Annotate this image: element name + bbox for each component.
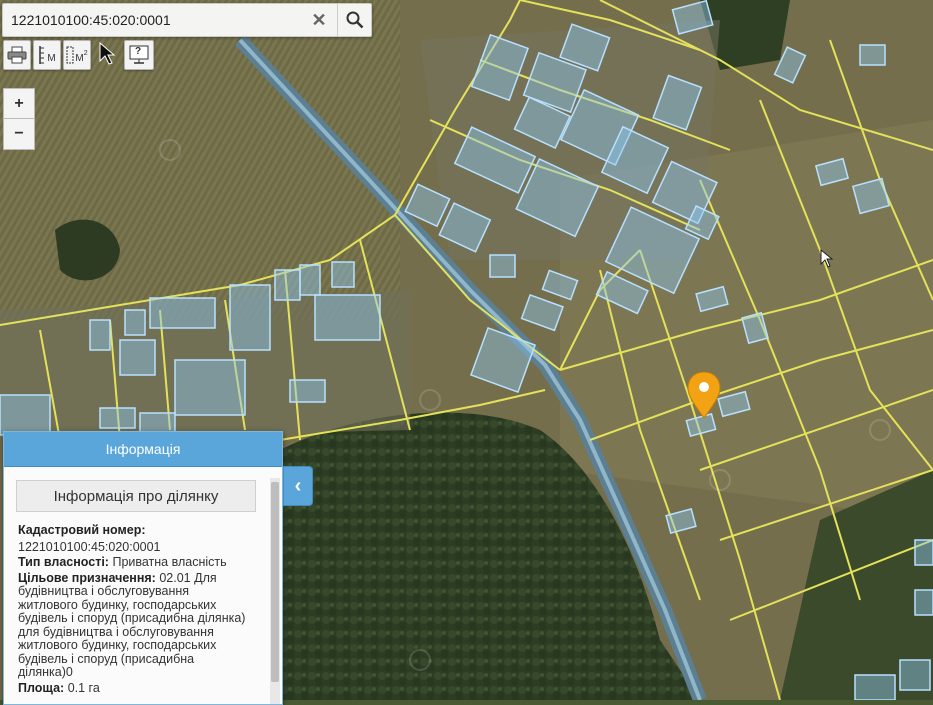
parcel-details: Кадастровий номер: 1221010100:45:020:000… bbox=[18, 523, 268, 695]
purpose-line: житлового будинку, господарських bbox=[18, 638, 217, 652]
zoom-in-button[interactable]: + bbox=[3, 88, 35, 120]
info-panel-header: Інформація bbox=[4, 432, 282, 467]
search-button[interactable] bbox=[337, 4, 372, 36]
area-label: Площа: bbox=[18, 680, 65, 695]
purpose-line: будівель і споруд (присадибна bbox=[18, 651, 195, 666]
purpose-line: житлового будинку, господарських bbox=[18, 597, 217, 612]
scrollbar-thumb[interactable] bbox=[271, 482, 279, 682]
search-input[interactable] bbox=[3, 4, 309, 36]
purpose-line: будівництва і обслуговування bbox=[18, 584, 190, 598]
info-panel-scrollbar[interactable] bbox=[270, 478, 280, 704]
zoom-out-button[interactable]: − bbox=[3, 118, 35, 150]
search-box: ✕ bbox=[2, 3, 372, 37]
measure-area-superscript: 2 bbox=[83, 49, 88, 57]
measure-area-label: M bbox=[75, 52, 84, 64]
print-button[interactable] bbox=[3, 40, 31, 70]
info-panel-title: Інформація bbox=[105, 441, 181, 457]
info-panel: Інформація Інформація про ділянку Кадаст… bbox=[3, 431, 283, 705]
measure-distance-button[interactable]: M bbox=[33, 40, 61, 70]
identify-button[interactable]: ? bbox=[124, 40, 154, 70]
area-icon bbox=[66, 46, 74, 64]
clear-search-button[interactable]: ✕ bbox=[303, 4, 335, 36]
purpose-line: будівель і споруд (присадибна ділянка) bbox=[18, 611, 246, 625]
cadastral-number-value: 1221010100:45:020:0001 bbox=[18, 539, 161, 554]
help-label: ? bbox=[135, 46, 142, 57]
printer-icon bbox=[7, 46, 27, 64]
ownership-type-value: Приватна власність bbox=[112, 555, 227, 569]
search-icon bbox=[346, 11, 364, 29]
ruler-icon bbox=[39, 46, 45, 64]
chevron-left-icon: ‹ bbox=[294, 474, 302, 497]
close-icon: ✕ bbox=[311, 9, 327, 30]
collapse-panel-button[interactable]: ‹ bbox=[283, 466, 313, 506]
area-value: 0.1 га bbox=[67, 680, 100, 695]
cadastral-number-label: Кадастровий номер: bbox=[18, 523, 146, 537]
purpose-line: ділянка)0 bbox=[18, 665, 73, 679]
pointer-icon bbox=[99, 42, 116, 65]
purpose-label: Цільове призначення: bbox=[18, 570, 156, 585]
parcel-info-title: Інформація про ділянку bbox=[53, 487, 219, 505]
ownership-type-label: Тип власності: bbox=[18, 555, 109, 569]
parcel-info-header: Інформація про ділянку bbox=[16, 480, 256, 512]
purpose-line: для будівництва і обслуговування bbox=[18, 624, 214, 639]
measure-distance-label: M bbox=[47, 52, 56, 64]
purpose-line: 02.01 Для bbox=[159, 570, 217, 585]
select-tool-button[interactable] bbox=[93, 40, 121, 68]
measure-area-button[interactable]: M 2 bbox=[63, 40, 91, 70]
